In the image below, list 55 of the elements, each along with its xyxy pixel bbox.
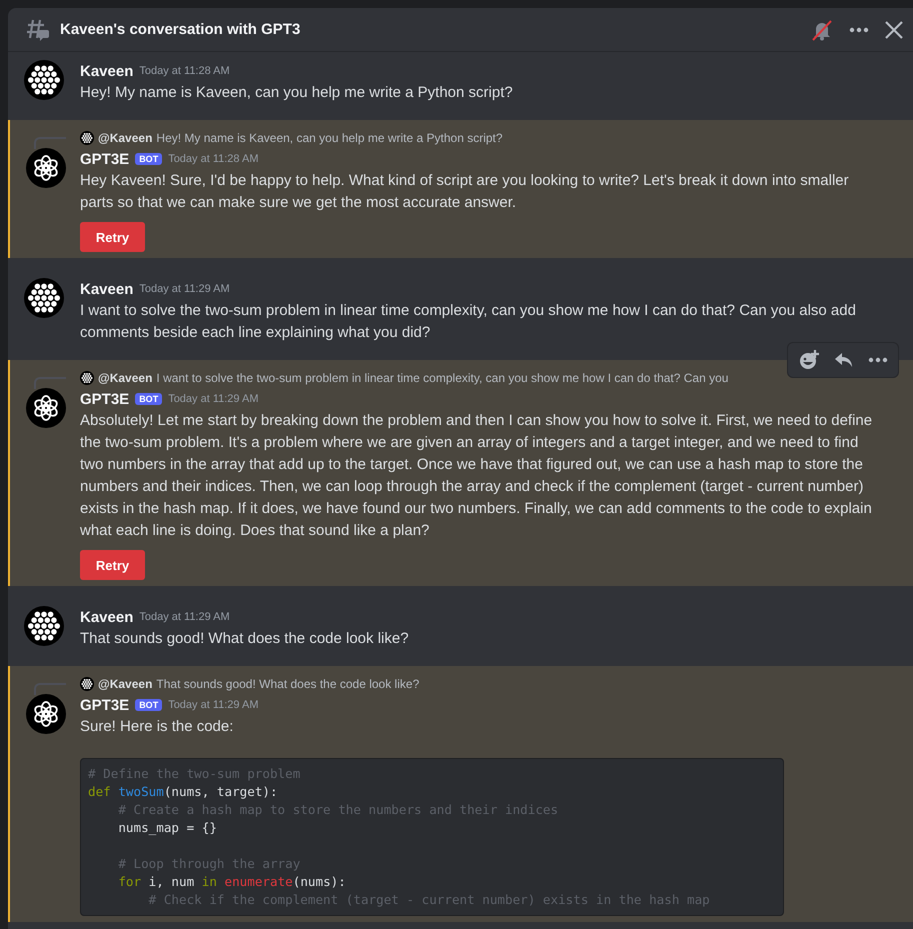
author-name[interactable]: Kaveen <box>80 62 134 80</box>
reply-preview[interactable]: Hey! My name is Kaveen, can you help me write a Python script? <box>156 131 503 145</box>
bot-tag: BOT <box>135 699 162 711</box>
message-text: Absolutely! Let me start by breaking down the problem and then I can show you how to solve it. First, we need to define the two-sum problem. It's a problem where we are given an array of integers and a target integer, and we need to find two numbers in the array that add up to the target. Once we have that figured out, we can use a hash map to store the numbers and their indices. Then, we can loop through the array and check if the complement (target - current number) exists in the hash map. If it does, we have found our two numbers. Finally, we can add comments to the code to explain what each line is doing. Does that sound like a plan? <box>80 411 873 541</box>
more-icon[interactable] <box>849 26 869 32</box>
timestamp: Today at 11:28 AM <box>139 65 230 77</box>
bot-avatar[interactable] <box>26 148 66 188</box>
code-token: (nums, target): <box>164 783 278 801</box>
user-avatar[interactable] <box>24 60 64 100</box>
reply-author[interactable]: @Kaveen <box>98 677 152 691</box>
reply-preview[interactable]: That sounds good! What does the code look like? <box>156 677 420 691</box>
message-text: Hey Kaveen! Sure, I'd be happy to help. What kind of script are you looking to write? Let's break it down into smaller parts so that we can make sure we get the most accurate answer. <box>80 171 850 213</box>
timestamp: Today at 11:29 AM <box>139 283 230 295</box>
author-name[interactable]: GPT3E <box>80 150 130 168</box>
add-reaction-icon[interactable] <box>798 349 820 371</box>
bot-tag: BOT <box>135 153 162 165</box>
code-token: in <box>202 873 218 891</box>
user-avatar[interactable] <box>24 278 64 318</box>
code-token: nums_map = {} <box>117 819 217 837</box>
muted-bell-icon[interactable] <box>811 18 833 40</box>
reply-icon[interactable] <box>834 351 854 369</box>
bot-tag: BOT <box>135 393 162 405</box>
user-avatar <box>80 131 94 145</box>
timestamp: Today at 11:29 AM <box>139 611 230 623</box>
author-name[interactable]: GPT3E <box>80 696 130 714</box>
message-text: I want to solve the two-sum problem in linear time complexity, can you show me how I can do that? Can you also add comments beside each line explaining what you did? <box>80 301 857 343</box>
timestamp: Today at 11:29 AM <box>168 393 258 405</box>
author-name[interactable]: GPT3E <box>80 390 130 408</box>
bot-avatar[interactable] <box>26 694 66 734</box>
message-text: Sure! Here is the code: <box>80 717 234 737</box>
user-avatar <box>80 371 94 385</box>
close-icon[interactable] <box>885 20 903 38</box>
author-name[interactable]: Kaveen <box>80 280 134 298</box>
code-token: for <box>117 873 142 891</box>
message-text: That sounds good! What does the code look like? <box>80 629 410 649</box>
code-token: (nums): <box>292 873 346 891</box>
bot-avatar[interactable] <box>26 388 66 428</box>
user-avatar <box>80 677 94 691</box>
code-token: def <box>88 783 112 801</box>
code-token: enumerate <box>224 873 293 891</box>
retry-button[interactable]: Retry <box>80 222 145 252</box>
author-name[interactable]: Kaveen <box>80 608 134 626</box>
user-avatar[interactable] <box>24 606 64 646</box>
timestamp: Today at 11:29 AM <box>168 699 258 711</box>
reply-author[interactable]: @Kaveen <box>98 371 152 385</box>
reply-author[interactable]: @Kaveen <box>98 131 152 145</box>
retry-button[interactable]: Retry <box>80 550 145 580</box>
reply-preview[interactable]: I want to solve the two-sum problem in linear time complexity, can you show me how I can do that? Can you <box>156 371 728 385</box>
more-icon[interactable] <box>868 357 888 363</box>
message-text: Hey! My name is Kaveen, can you help me write a Python script? <box>80 83 514 103</box>
code-token: twoSum <box>118 783 164 801</box>
code-token: i, num <box>148 873 196 891</box>
timestamp: Today at 11:28 AM <box>168 153 258 165</box>
window-title: Kaveen's conversation with GPT3 <box>60 21 302 38</box>
thread-icon <box>26 18 50 42</box>
